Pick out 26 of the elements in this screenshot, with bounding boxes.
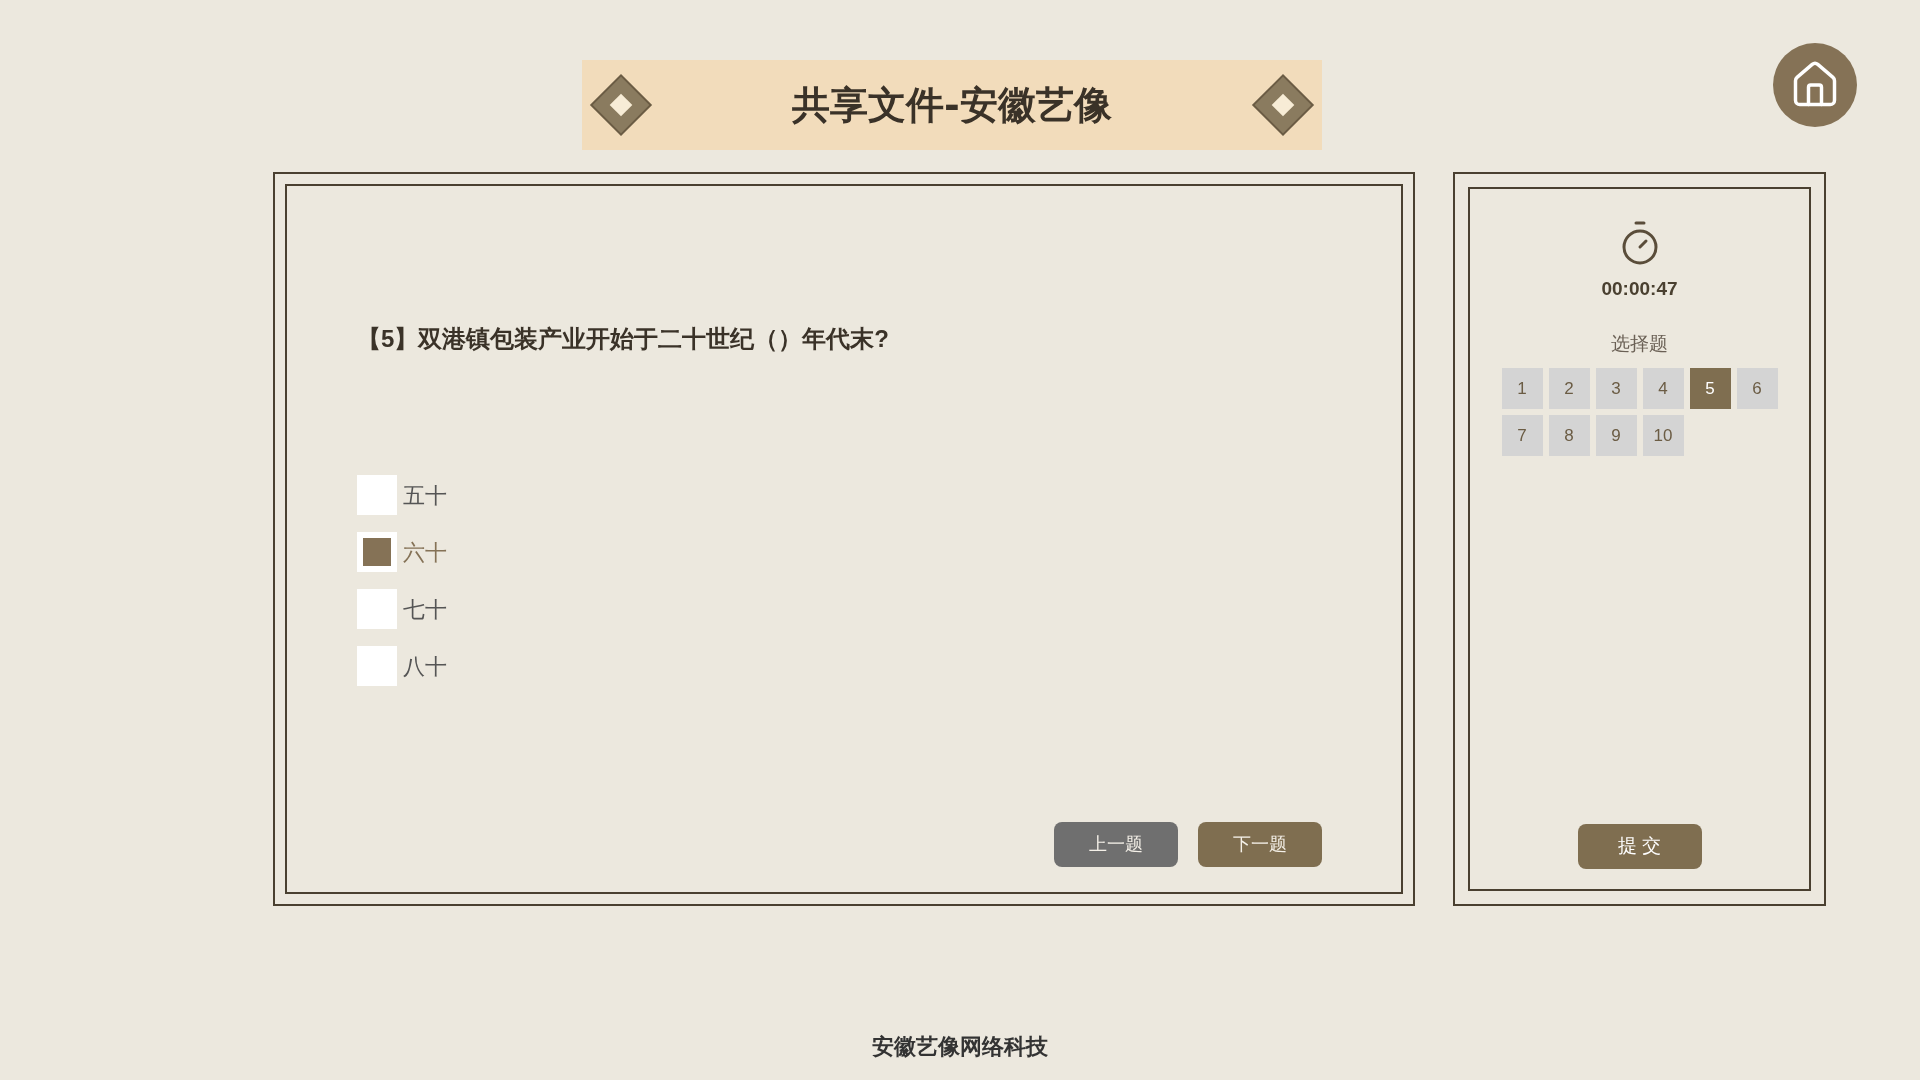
question-number-button[interactable]: 1 (1501, 368, 1543, 409)
option-checkbox[interactable] (357, 532, 397, 572)
question-number-button[interactable]: 10 (1642, 415, 1684, 456)
submit-button[interactable]: 提 交 (1577, 824, 1702, 869)
question-number-button[interactable]: 9 (1595, 415, 1637, 456)
next-button[interactable]: 下一题 (1198, 822, 1322, 867)
question-number-button[interactable]: 2 (1548, 368, 1590, 409)
question-number-button[interactable]: 5 (1689, 368, 1731, 409)
question-number-button[interactable]: 7 (1501, 415, 1543, 456)
question-number-button[interactable]: 3 (1595, 368, 1637, 409)
option-checkbox[interactable] (357, 475, 397, 515)
option-label: 六十 (403, 538, 447, 567)
timer-text: 00:00:47 (1601, 277, 1678, 301)
question-text: 【5】双港镇包装产业开始于二十世纪（）年代末? (357, 324, 890, 354)
footer-text: 安徽艺像网络科技 (872, 1033, 1048, 1061)
option-label: 七十 (403, 595, 447, 624)
section-label: 选择题 (1611, 331, 1668, 356)
question-number-button[interactable]: 8 (1548, 415, 1590, 456)
option-label: 八十 (403, 652, 447, 681)
option-label: 五十 (403, 481, 447, 510)
previous-button[interactable]: 上一题 (1054, 822, 1178, 867)
option-checkbox[interactable] (357, 589, 397, 629)
page-title: 共享文件-安徽艺像 (792, 81, 1112, 129)
question-number-button[interactable]: 6 (1736, 368, 1778, 409)
question-number-button[interactable]: 4 (1642, 368, 1684, 409)
option-checkbox[interactable] (357, 646, 397, 686)
